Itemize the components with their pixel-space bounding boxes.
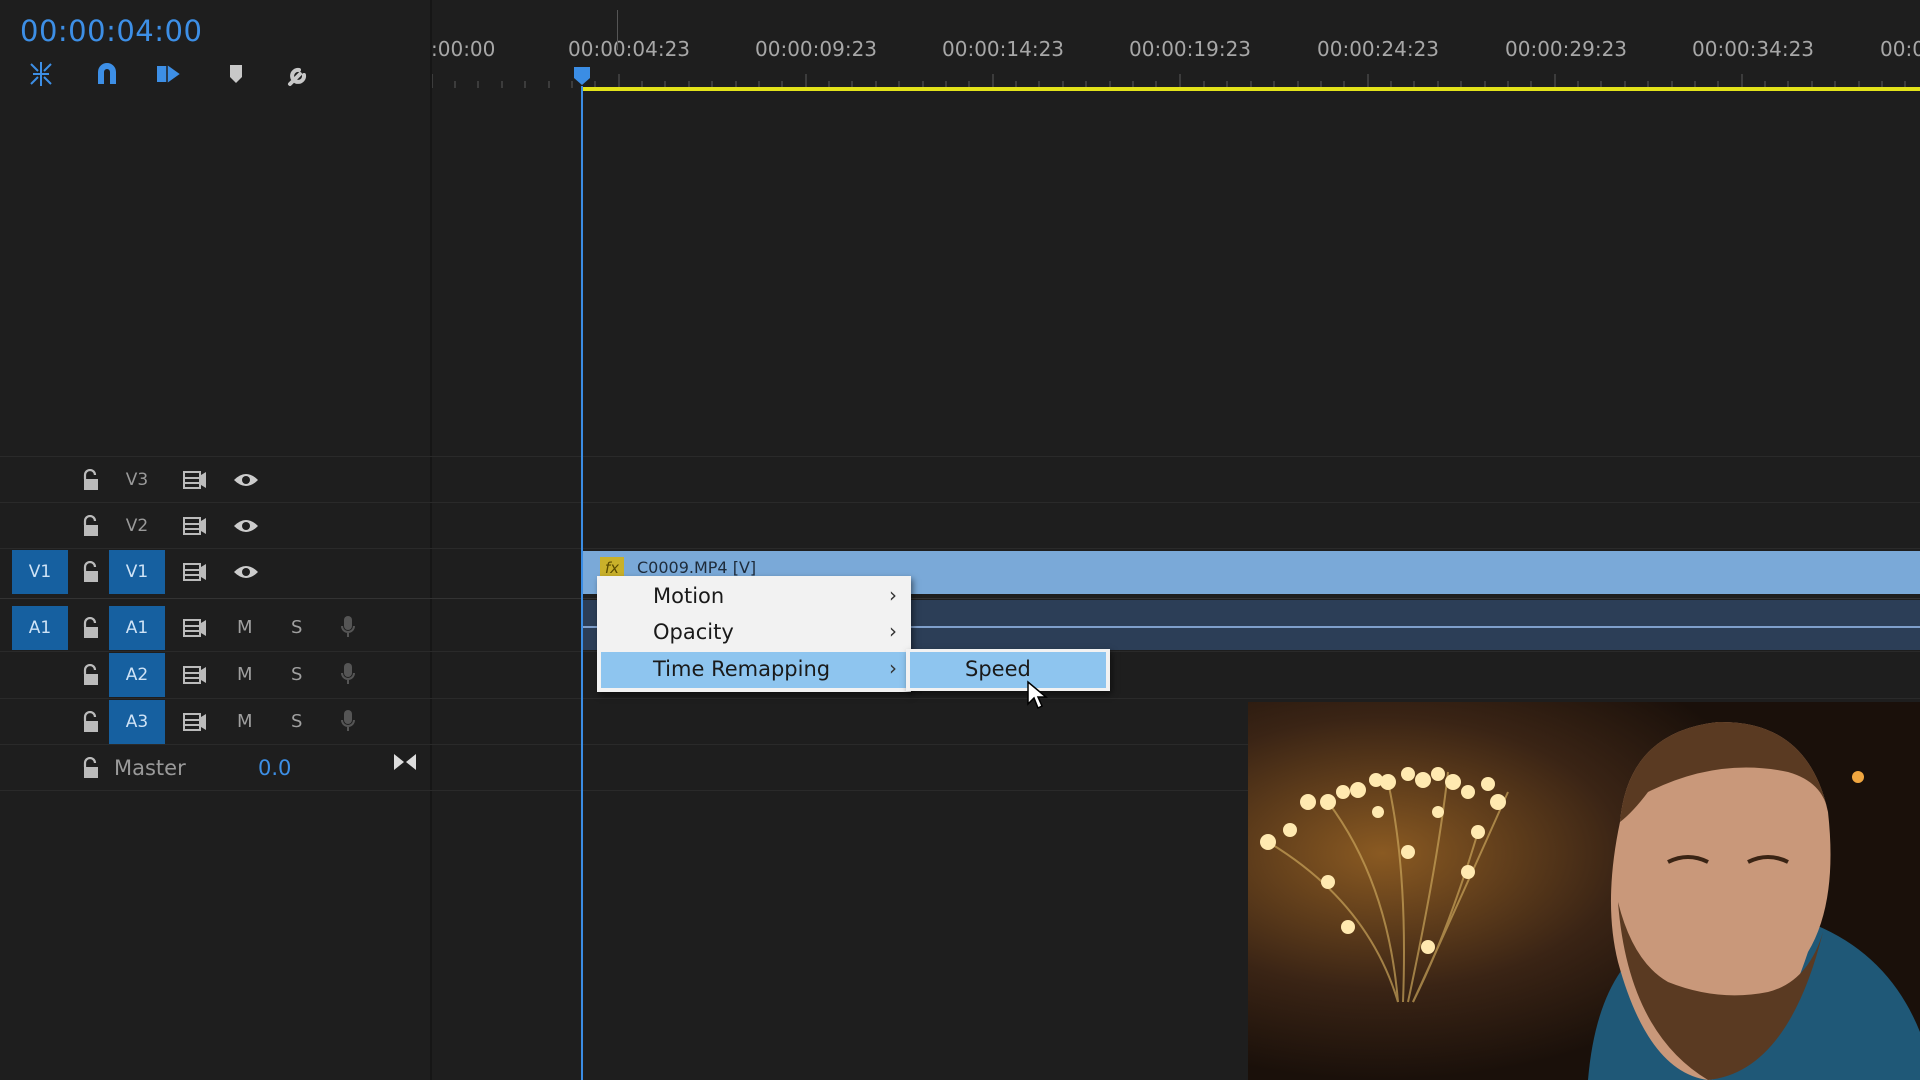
ruler-label: 00:00:34:23: [1692, 37, 1815, 61]
settings-wrench-icon[interactable]: [284, 60, 312, 88]
track-divider: [0, 598, 1920, 599]
presenter-video-frame: [1248, 702, 1920, 1080]
clip-name: C0009.MP4 [V]: [637, 558, 757, 577]
lock-icon[interactable]: [82, 617, 100, 639]
menu-item-time-remapping[interactable]: Time Remapping ›: [601, 652, 907, 688]
mute-button[interactable]: M: [237, 664, 253, 685]
menu-item-opacity[interactable]: Opacity ›: [597, 615, 911, 651]
toggle-sync-lock-icon[interactable]: [183, 617, 207, 639]
chevron-right-icon: ›: [889, 656, 897, 680]
track-a1[interactable]: A1 A1 M S: [0, 605, 430, 651]
chevron-right-icon: ›: [889, 583, 897, 607]
toggle-sync-lock-icon[interactable]: [183, 515, 207, 537]
lock-icon[interactable]: [82, 469, 100, 491]
ruler-label: 00:00:24:23: [1317, 37, 1440, 61]
track-name[interactable]: A1: [109, 606, 165, 650]
track-a2[interactable]: A2 M S: [0, 652, 430, 698]
playhead-line[interactable]: [581, 86, 583, 1080]
lock-icon[interactable]: [82, 515, 100, 537]
toggle-sync-lock-icon[interactable]: [183, 469, 207, 491]
time-remapping-submenu: Speed: [906, 649, 1110, 691]
playhead-handle[interactable]: [573, 66, 591, 86]
add-marker-icon[interactable]: [222, 60, 250, 88]
track-v2[interactable]: V2: [0, 503, 430, 549]
ruler-label: 00:00:09:23: [755, 37, 878, 61]
track-name[interactable]: V2: [109, 504, 165, 548]
lock-icon[interactable]: [82, 561, 100, 583]
lock-icon[interactable]: [82, 757, 100, 779]
track-name[interactable]: V3: [109, 458, 165, 502]
insert-overwrite-icon[interactable]: [27, 60, 55, 88]
ruler-label: 00:00:04:23: [568, 37, 691, 61]
eye-icon[interactable]: [233, 562, 259, 582]
source-patch-v1[interactable]: V1: [12, 550, 68, 594]
go-to-edit-point-icon[interactable]: [392, 751, 418, 773]
toggle-sync-lock-icon[interactable]: [183, 664, 207, 686]
ruler-label: :00:00: [431, 37, 496, 61]
ruler-label: 00:00:14:23: [942, 37, 1065, 61]
track-name[interactable]: A2: [109, 653, 165, 697]
voiceover-mic-icon[interactable]: [340, 709, 356, 733]
ruler-marker-line: [617, 10, 618, 50]
eye-icon[interactable]: [233, 470, 259, 490]
voiceover-mic-icon[interactable]: [340, 662, 356, 686]
menu-item-motion[interactable]: Motion ›: [597, 579, 911, 615]
source-patch-a1[interactable]: A1: [12, 606, 68, 650]
toggle-sync-lock-icon[interactable]: [183, 561, 207, 583]
voiceover-mic-icon[interactable]: [340, 615, 356, 639]
toggle-sync-lock-icon[interactable]: [183, 711, 207, 733]
track-v1[interactable]: V1 V1: [0, 549, 430, 595]
submenu-item-speed[interactable]: Speed: [910, 652, 1106, 688]
master-track-label: Master: [114, 756, 186, 780]
presenter-webcam-overlay: [1248, 702, 1920, 1080]
ruler-label: 00:0: [1880, 37, 1920, 61]
panel-divider: [430, 0, 432, 1080]
menu-item-label: Speed: [965, 657, 1031, 681]
chevron-right-icon: ›: [889, 619, 897, 643]
ruler-label: 00:00:19:23: [1129, 37, 1252, 61]
track-a3[interactable]: A3 M S: [0, 699, 430, 745]
track-name[interactable]: V1: [109, 550, 165, 594]
fx-context-menu: Motion › Opacity › Time Remapping ›: [597, 576, 911, 692]
track-v3[interactable]: V3: [0, 457, 430, 503]
solo-button[interactable]: S: [291, 711, 302, 732]
snap-magnet-icon[interactable]: [93, 60, 121, 88]
eye-icon[interactable]: [233, 516, 259, 536]
mouse-cursor-icon: [1027, 680, 1048, 710]
track-name[interactable]: A3: [109, 700, 165, 744]
solo-button[interactable]: S: [291, 617, 302, 638]
master-volume-value[interactable]: 0.0: [258, 756, 291, 780]
menu-item-label: Time Remapping: [653, 657, 831, 681]
ruler-ticks: [431, 74, 1906, 88]
lock-icon[interactable]: [82, 711, 100, 733]
menu-item-label: Opacity: [653, 620, 734, 644]
lock-icon[interactable]: [82, 664, 100, 686]
work-area-bar[interactable]: [582, 87, 1920, 91]
menu-item-label: Motion: [653, 584, 725, 608]
mute-button[interactable]: M: [237, 617, 253, 638]
linked-selection-icon[interactable]: [155, 60, 183, 88]
mute-button[interactable]: M: [237, 711, 253, 732]
current-timecode[interactable]: 00:00:04:00: [20, 14, 202, 48]
solo-button[interactable]: S: [291, 664, 302, 685]
ruler-label: 00:00:29:23: [1505, 37, 1628, 61]
